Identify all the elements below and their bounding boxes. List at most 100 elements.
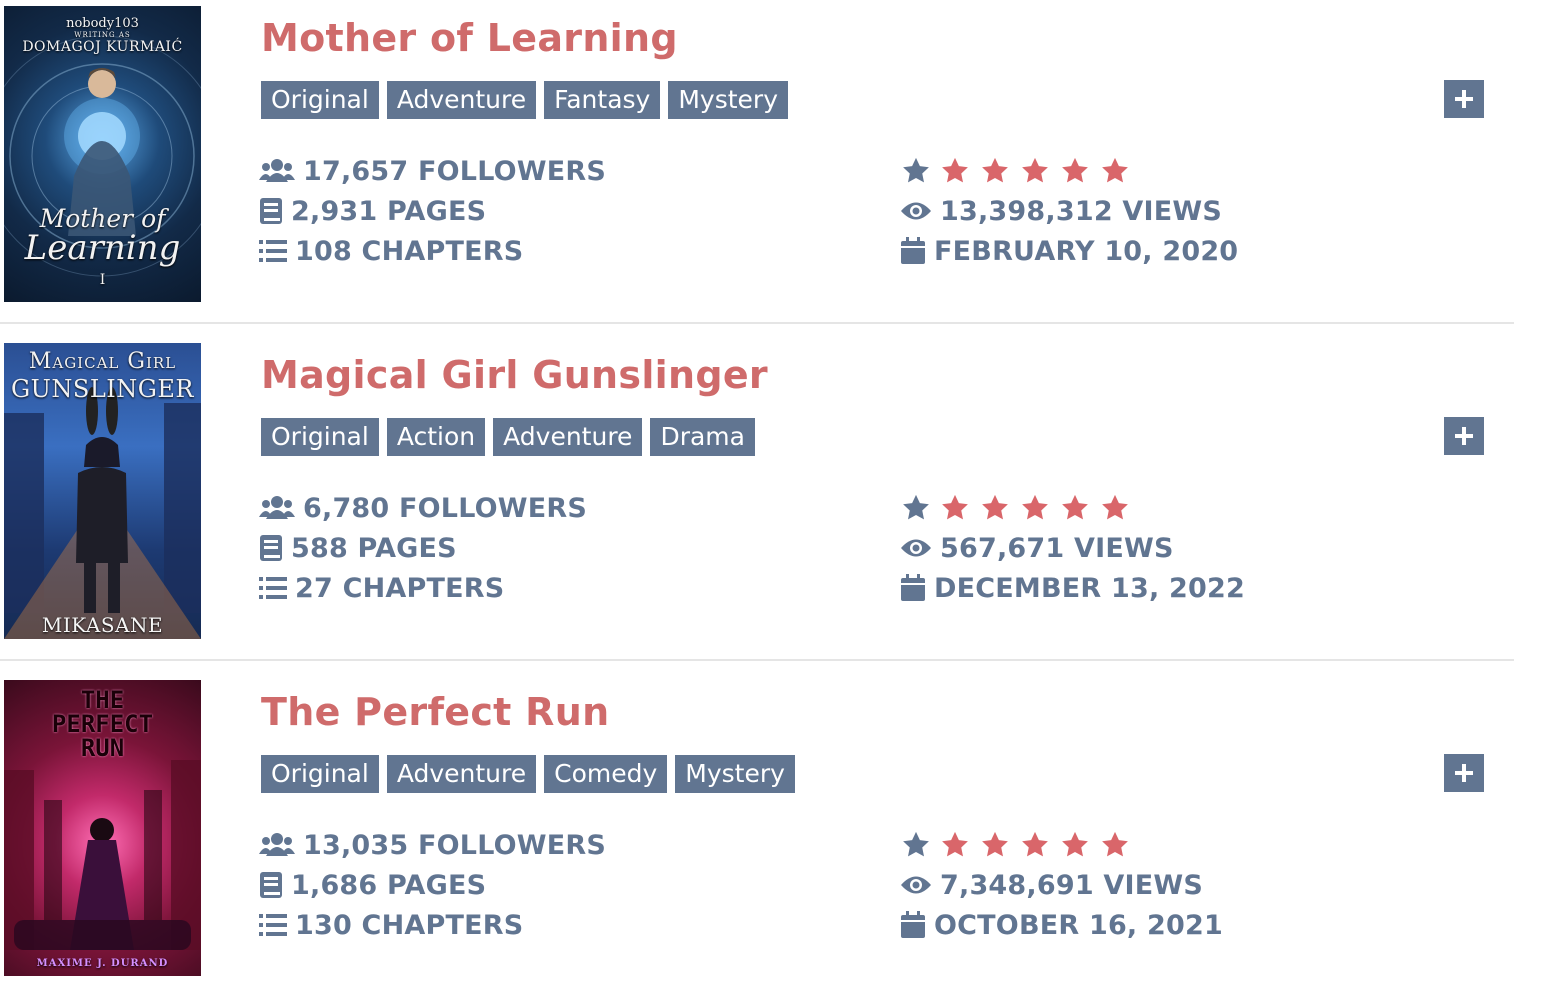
tag[interactable]: Adventure [386, 755, 537, 793]
fiction-item: THE PERFECT RUN MAXIME J. DURAND The Per… [0, 680, 1514, 976]
tag[interactable]: Mystery [675, 755, 795, 793]
add-button[interactable] [1444, 80, 1484, 118]
rating-stat [900, 151, 1460, 191]
star-filled-icon [1062, 831, 1088, 857]
tag[interactable]: Mystery [668, 81, 788, 119]
tag[interactable]: Adventure [386, 81, 537, 119]
stats-left: 13,035 FOLLOWERS 1,686 PAGES 130 CHAPTER… [259, 825, 819, 945]
fiction-item: nobody103 WRITING AS DOMAGOJ KURMAIĆ Mot… [0, 6, 1514, 302]
cover-title-line: Learning [24, 228, 181, 268]
views-count: 567,671 VIEWS [940, 532, 1174, 564]
add-button[interactable] [1444, 754, 1484, 792]
list-icon [259, 240, 287, 262]
tag[interactable]: Original [261, 418, 379, 456]
followers-stat: 13,035 FOLLOWERS [259, 825, 819, 865]
pages-count: 2,931 PAGES [291, 195, 487, 227]
last-update-date: DECEMBER 13, 2022 [934, 572, 1245, 604]
calendar-icon [901, 911, 925, 938]
tag[interactable]: Fantasy [544, 81, 661, 119]
divider [0, 659, 1514, 661]
stats-left: 6,780 FOLLOWERS 588 PAGES 27 CHAPTERS [259, 488, 819, 608]
plus-icon [1455, 764, 1473, 782]
pages-stat: 2,931 PAGES [259, 191, 819, 231]
views-count: 7,348,691 VIEWS [940, 869, 1204, 901]
fiction-item: Magical Girl GUNSLINGER MIKASANE Magical… [0, 343, 1514, 639]
star-filled-icon [982, 157, 1008, 183]
date-stat: OCTOBER 16, 2021 [900, 905, 1460, 945]
rating-stars [940, 493, 1138, 523]
star-filled-icon [982, 831, 1008, 857]
chapters-count: 27 CHAPTERS [295, 572, 505, 604]
cover-title-line: GUNSLINGER [10, 375, 195, 403]
chapters-stat: 130 CHAPTERS [259, 905, 819, 945]
star-filled-icon [982, 494, 1008, 520]
tag[interactable]: Drama [650, 418, 755, 456]
pages-count: 588 PAGES [291, 532, 457, 564]
plus-icon [1455, 427, 1473, 445]
cover-author: MAXIME J. DURAND [36, 958, 169, 969]
star-filled-icon [1102, 157, 1128, 183]
users-icon [259, 496, 295, 519]
tag[interactable]: Adventure [493, 418, 643, 456]
list-icon [259, 914, 287, 936]
fiction-list: nobody103 WRITING AS DOMAGOJ KURMAIĆ Mot… [0, 0, 1546, 996]
last-update-date: FEBRUARY 10, 2020 [934, 235, 1239, 267]
star-filled-icon [1022, 831, 1048, 857]
rating-stars [940, 830, 1138, 860]
cover-author: MIKASANE [41, 613, 164, 637]
eye-icon [901, 202, 931, 220]
stats-right: 13,398,312 VIEWS FEBRUARY 10, 2020 [900, 151, 1460, 271]
cover-image[interactable]: nobody103 WRITING AS DOMAGOJ KURMAIĆ Mot… [4, 6, 201, 302]
book-icon [260, 535, 282, 561]
tag[interactable]: Original [261, 81, 379, 119]
star-icon [903, 157, 929, 183]
rating-stat [900, 488, 1460, 528]
tag-list: Original Adventure Fantasy Mystery [261, 81, 788, 119]
cover-author: DOMAGOJ KURMAIĆ [22, 39, 183, 55]
fiction-title[interactable]: Magical Girl Gunslinger [261, 353, 768, 397]
last-update-date: OCTOBER 16, 2021 [934, 909, 1223, 941]
add-button[interactable] [1444, 417, 1484, 455]
views-stat: 13,398,312 VIEWS [900, 191, 1460, 231]
tag-list: Original Action Adventure Drama [261, 418, 755, 456]
star-filled-icon [942, 494, 968, 520]
star-filled-icon [1022, 157, 1048, 183]
chapters-count: 108 CHAPTERS [295, 235, 524, 267]
followers-stat: 17,657 FOLLOWERS [259, 151, 819, 191]
star-filled-icon [942, 157, 968, 183]
cover-image[interactable]: Magical Girl GUNSLINGER MIKASANE [4, 343, 201, 639]
followers-count: 13,035 FOLLOWERS [303, 829, 607, 861]
star-filled-icon [1102, 494, 1128, 520]
eye-icon [901, 876, 931, 894]
plus-icon [1455, 90, 1473, 108]
followers-stat: 6,780 FOLLOWERS [259, 488, 819, 528]
tag[interactable]: Comedy [544, 755, 668, 793]
views-count: 13,398,312 VIEWS [940, 195, 1223, 227]
chapters-count: 130 CHAPTERS [295, 909, 524, 941]
users-icon [259, 159, 295, 182]
rating-stars [940, 156, 1138, 186]
cover-title-line: RUN [80, 734, 125, 762]
followers-count: 17,657 FOLLOWERS [303, 155, 607, 187]
cover-image[interactable]: THE PERFECT RUN MAXIME J. DURAND [4, 680, 201, 976]
views-stat: 7,348,691 VIEWS [900, 865, 1460, 905]
star-filled-icon [942, 831, 968, 857]
rating-stat [900, 825, 1460, 865]
divider [0, 322, 1514, 324]
fiction-title[interactable]: The Perfect Run [261, 690, 609, 734]
fiction-title[interactable]: Mother of Learning [261, 16, 678, 60]
tag[interactable]: Action [386, 418, 486, 456]
tag-list: Original Adventure Comedy Mystery [261, 755, 795, 793]
date-stat: DECEMBER 13, 2022 [900, 568, 1460, 608]
tag[interactable]: Original [261, 755, 379, 793]
star-filled-icon [1102, 831, 1128, 857]
star-icon [903, 494, 929, 520]
star-icon [903, 831, 929, 857]
list-icon [259, 577, 287, 599]
stats-right: 7,348,691 VIEWS OCTOBER 16, 2021 [900, 825, 1460, 945]
followers-count: 6,780 FOLLOWERS [303, 492, 588, 524]
cover-volume: I [99, 272, 106, 288]
star-filled-icon [1062, 157, 1088, 183]
book-icon [260, 198, 282, 224]
views-stat: 567,671 VIEWS [900, 528, 1460, 568]
